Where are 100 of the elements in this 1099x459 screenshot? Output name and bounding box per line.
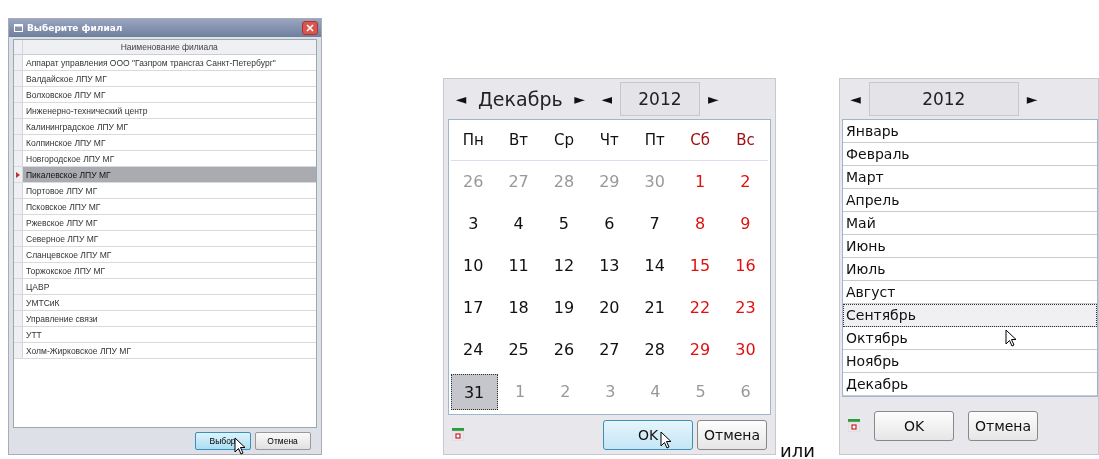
table-row[interactable]: Северное ЛПУ МГ xyxy=(14,231,316,247)
calendar-day[interactable]: 13 xyxy=(586,248,632,284)
table-cell-text: УТТ xyxy=(25,329,42,340)
table-cell-text: Валдайское ЛПУ МГ xyxy=(25,73,107,84)
table-row[interactable]: Портовое ЛПУ МГ xyxy=(14,183,316,199)
calendar-day[interactable]: 28 xyxy=(632,332,678,368)
calendar-day[interactable]: 22 xyxy=(677,290,723,326)
row-marker-icon xyxy=(16,171,20,178)
next-year-button[interactable]: ► xyxy=(699,91,727,107)
table-row[interactable]: Инженерно-технический центр xyxy=(14,103,316,119)
close-icon xyxy=(305,24,314,32)
calendar-day[interactable]: 4 xyxy=(495,206,542,242)
calendar-day[interactable]: 2 xyxy=(722,164,769,200)
month-item[interactable]: Декабрь xyxy=(843,373,1097,396)
weekday-label: Пн xyxy=(461,131,485,149)
calendar-day[interactable]: 10 xyxy=(450,248,496,284)
cancel-button[interactable]: Отмена xyxy=(968,410,1039,441)
calendar-day[interactable]: 27 xyxy=(586,332,632,368)
table-cell-text: Инженерно-технический центр xyxy=(25,105,148,116)
year-field[interactable]: 2012 xyxy=(868,82,1019,116)
table-row[interactable]: Валдайское ЛПУ МГ xyxy=(14,71,316,87)
table-cell-text: УМТСиК xyxy=(25,297,60,308)
table-row[interactable]: Аппарат управления ООО "Газпром трансгаз Санкт-Петербург" xyxy=(14,55,316,71)
calendar-day[interactable]: 1 xyxy=(677,164,723,200)
calendar-icon[interactable] xyxy=(451,428,464,441)
next-month-button[interactable]: ► xyxy=(566,91,594,107)
calendar-day[interactable]: 20 xyxy=(586,290,632,326)
table-row[interactable]: Управление связи xyxy=(14,311,316,327)
previous-year-button[interactable]: ◄ xyxy=(593,91,620,107)
calendar-day[interactable]: 9 xyxy=(722,206,769,242)
table-cell-text: Псковское ЛПУ МГ xyxy=(25,201,101,212)
table-cell-text: Колпинское ЛПУ МГ xyxy=(25,137,106,148)
table-row[interactable]: Ржевское ЛПУ МГ xyxy=(14,215,316,231)
table-row[interactable]: Сланцевское ЛПУ МГ xyxy=(14,247,316,263)
table-cell-text: Ржевское ЛПУ МГ xyxy=(25,217,98,228)
calendar-day[interactable]: 18 xyxy=(495,290,542,326)
column-header: Наименование филиала xyxy=(119,42,219,52)
calendar-day[interactable]: 25 xyxy=(495,332,542,368)
close-button[interactable] xyxy=(301,21,318,35)
calendar-day[interactable]: 3 xyxy=(450,206,496,242)
calendar-day[interactable]: 19 xyxy=(541,290,587,326)
calendar-day[interactable]: 15 xyxy=(677,248,723,284)
calendar-day[interactable]: 31 xyxy=(450,374,498,410)
table-cell-text: Управление связи xyxy=(25,313,98,324)
table-row[interactable]: Холм-Жирковское ЛПУ МГ xyxy=(14,343,316,359)
calendar-day[interactable]: 30 xyxy=(722,332,769,368)
month-item[interactable]: Июнь xyxy=(843,235,1097,258)
table-row[interactable]: Колпинское ЛПУ МГ xyxy=(14,135,316,151)
weekday-label: Вс xyxy=(735,131,756,149)
calendar-icon[interactable] xyxy=(848,419,860,432)
calendar-day[interactable]: 7 xyxy=(632,206,678,242)
table-row[interactable]: УМТСиК xyxy=(14,295,316,311)
cancel-button[interactable]: Отмена xyxy=(254,432,311,450)
window-icon xyxy=(14,24,23,32)
calendar-day[interactable]: 11 xyxy=(495,248,542,284)
table-row[interactable]: Пикалевское ЛПУ МГ xyxy=(14,167,316,183)
previous-month-button[interactable]: ◄ xyxy=(447,91,475,107)
calendar-day[interactable]: 23 xyxy=(722,290,769,326)
calendar-day[interactable]: 17 xyxy=(450,290,496,326)
calendar-day[interactable]: 24 xyxy=(450,332,496,368)
month-item[interactable]: Сентябрь xyxy=(843,304,1097,327)
calendar-day[interactable]: 12 xyxy=(541,248,587,284)
previous-year-button[interactable]: ◄ xyxy=(842,91,869,107)
table-row[interactable]: Волховское ЛПУ МГ xyxy=(14,87,316,103)
month-item[interactable]: Ноябрь xyxy=(843,350,1097,373)
month-item[interactable]: Апрель xyxy=(843,189,1097,212)
month-item[interactable]: Май xyxy=(843,212,1097,235)
table-row[interactable]: Торжокское ЛПУ МГ xyxy=(14,263,316,279)
calendar-day[interactable]: 5 xyxy=(541,206,587,242)
month-item[interactable]: Февраль xyxy=(843,143,1097,166)
month-item[interactable]: Март xyxy=(843,166,1097,189)
table-cell-text: Торжокское ЛПУ МГ xyxy=(25,265,106,276)
weekday-label: Ср xyxy=(552,131,575,149)
table-cell-text: Аппарат управления ООО "Газпром трансгаз Санкт-Петербург" xyxy=(25,57,276,68)
ok-button[interactable]: OK xyxy=(603,419,693,450)
table-row[interactable]: УТТ xyxy=(14,327,316,343)
month-item[interactable]: Январь xyxy=(843,120,1097,143)
calendar-day[interactable]: 6 xyxy=(586,206,632,242)
weekday-label: Вт xyxy=(508,131,530,149)
table-cell-text: Сланцевское ЛПУ МГ xyxy=(25,249,112,260)
window-title: Выберите филиал xyxy=(27,23,124,33)
calendar-day[interactable]: 8 xyxy=(677,206,723,242)
cancel-button[interactable]: Отмена xyxy=(697,419,768,450)
weekday-label: Пт xyxy=(643,131,666,149)
table-cell-text: Холм-Жирковское ЛПУ МГ xyxy=(25,345,132,356)
next-year-button[interactable]: ► xyxy=(1018,91,1046,107)
select-button[interactable]: Выбор xyxy=(194,432,251,450)
cursor-icon xyxy=(1005,329,1017,347)
calendar-day[interactable]: 21 xyxy=(632,290,678,326)
calendar-day[interactable]: 14 xyxy=(632,248,678,284)
table-row[interactable]: Псковское ЛПУ МГ xyxy=(14,199,316,215)
calendar-day[interactable]: 26 xyxy=(541,332,587,368)
year-field[interactable]: 2012 xyxy=(619,82,700,116)
ok-button[interactable]: OK xyxy=(874,410,954,441)
table-row[interactable]: ЦАВР xyxy=(14,279,316,295)
month-item[interactable]: Июль xyxy=(843,258,1097,281)
calendar-day[interactable]: 29 xyxy=(677,332,723,368)
cursor-icon xyxy=(234,437,246,455)
table-row[interactable]: Калининградское ЛПУ МГ xyxy=(14,119,316,135)
calendar-day[interactable]: 16 xyxy=(722,248,769,284)
